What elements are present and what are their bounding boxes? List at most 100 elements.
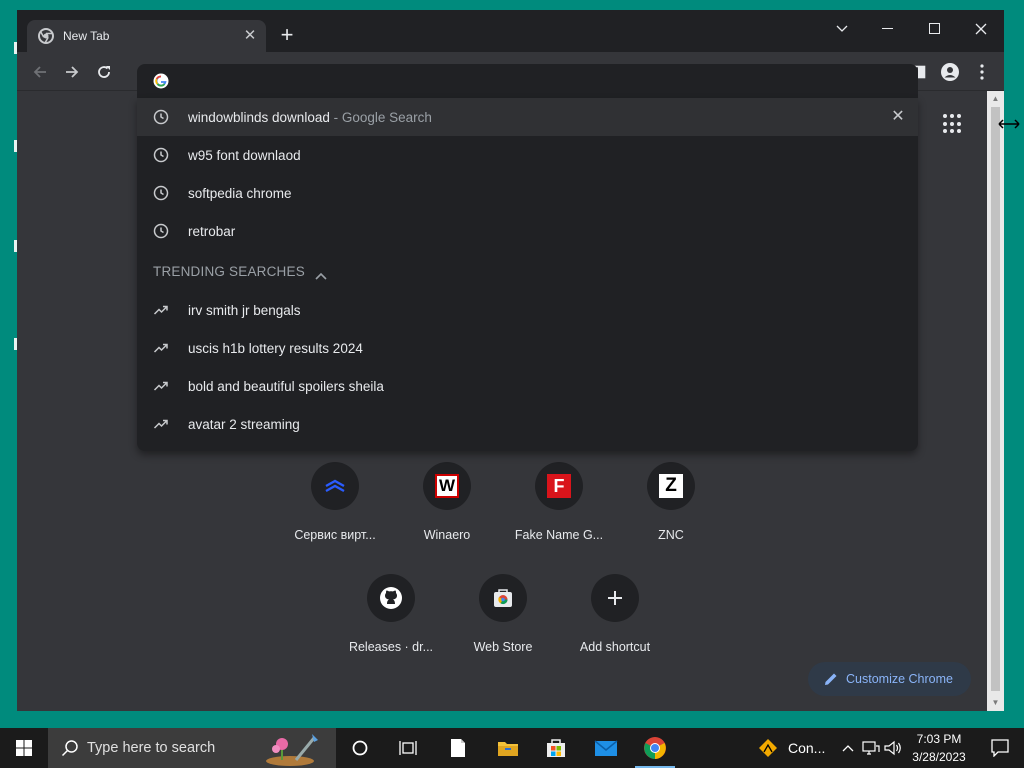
blue-chevrons-icon — [311, 462, 359, 510]
shortcut-web-store[interactable]: Web Store — [447, 574, 559, 654]
znc-z-icon: Z — [647, 462, 695, 510]
search-highlight-icon — [262, 730, 326, 766]
page-scrollbar[interactable]: ▲ ▼ — [987, 91, 1004, 711]
chevron-up-tray-icon[interactable] — [838, 728, 858, 768]
customize-chrome-button[interactable]: Customize Chrome — [808, 662, 971, 696]
shortcut-winaero[interactable]: W Winaero — [391, 462, 503, 542]
maximize-icon[interactable] — [912, 14, 958, 44]
shortcut-label: Releases · dr... — [348, 640, 434, 654]
kebab-menu-icon[interactable] — [970, 60, 994, 84]
trending-up-icon — [153, 416, 169, 432]
trending-header-label: TRENDING SEARCHES — [153, 264, 305, 279]
suggestion-text: softpedia chrome — [188, 185, 292, 201]
resize-cursor-icon — [998, 117, 1020, 129]
chrome-window: New Tab ✕ + Сервис вирт... W Winaero F F… — [17, 10, 1004, 711]
omnibox[interactable] — [137, 64, 918, 98]
add-shortcut-button[interactable]: Add shortcut — [559, 574, 671, 654]
scroll-up-icon[interactable]: ▲ — [991, 94, 1000, 104]
tab-title: New Tab — [63, 29, 110, 43]
clock-icon — [153, 109, 169, 125]
suggestion-trending[interactable]: avatar 2 streaming — [137, 405, 918, 443]
shortcut-label: Winaero — [423, 528, 471, 542]
clock-icon — [153, 147, 169, 163]
clock-icon — [153, 223, 169, 239]
shortcut-label: Fake Name G... — [514, 528, 604, 542]
suggestion-text: bold and beautiful spoilers sheila — [188, 378, 384, 394]
shortcut-label: ZNC — [658, 528, 684, 542]
taskbar: Type here to search Con... 7:03 PM 3/28/… — [0, 728, 1024, 768]
scroll-thumb[interactable] — [991, 107, 1000, 691]
pencil-icon — [824, 672, 838, 686]
suggestion-history[interactable]: w95 font downlaod — [137, 136, 918, 174]
construction-app-button[interactable]: Con... — [752, 728, 842, 768]
suggestion-text: uscis h1b lottery results 2024 — [188, 340, 363, 356]
file-explorer-icon[interactable] — [484, 728, 532, 768]
reload-icon[interactable] — [92, 60, 116, 84]
clock-icon — [153, 185, 169, 201]
shortcut-label: Сервис вирт... — [294, 528, 376, 542]
windows-logo-icon — [16, 740, 32, 756]
suggestion-trending[interactable]: bold and beautiful spoilers sheila — [137, 367, 918, 405]
notepad-icon[interactable] — [434, 728, 482, 768]
clock-date[interactable]: 3/28/2023 — [908, 750, 970, 764]
taskbar-search[interactable]: Type here to search — [48, 728, 336, 768]
customize-chrome-label: Customize Chrome — [846, 672, 953, 686]
shortcut-releases[interactable]: Releases · dr... — [335, 574, 447, 654]
profile-icon[interactable] — [938, 60, 962, 84]
cortana-icon[interactable] — [336, 728, 384, 768]
google-apps-grid-icon[interactable] — [943, 114, 963, 134]
plus-icon — [591, 574, 639, 622]
tab-new-tab[interactable]: New Tab ✕ — [27, 20, 266, 52]
google-g-icon — [153, 73, 169, 89]
volume-icon[interactable] — [882, 728, 904, 768]
forward-arrow-icon[interactable] — [60, 60, 84, 84]
tab-close-icon[interactable]: ✕ — [242, 28, 258, 44]
suggestion-suffix: - Google Search — [329, 109, 432, 125]
suggestion-history[interactable]: softpedia chrome — [137, 174, 918, 212]
suggestion-trending[interactable]: irv smith jr bengals — [137, 291, 918, 329]
web-store-icon — [479, 574, 527, 622]
winaero-w-icon: W — [423, 462, 471, 510]
scroll-down-icon[interactable]: ▼ — [991, 698, 1000, 708]
chevron-up-icon[interactable] — [315, 268, 327, 280]
trending-up-icon — [153, 340, 169, 356]
shortcut-label: Add shortcut — [579, 640, 651, 654]
trending-up-icon — [153, 378, 169, 394]
mail-icon[interactable] — [582, 728, 630, 768]
trending-up-icon — [153, 302, 169, 318]
suggestion-trending[interactable]: uscis h1b lottery results 2024 — [137, 329, 918, 367]
clock-time[interactable]: 7:03 PM — [908, 732, 970, 746]
suggestion-history[interactable]: retrobar — [137, 212, 918, 250]
minimize-icon[interactable] — [865, 14, 911, 44]
construction-warning-icon — [758, 738, 778, 758]
shortcut-znc[interactable]: Z ZNC — [615, 462, 727, 542]
shortcut-label: Web Store — [473, 640, 533, 654]
fake-name-f-icon: F — [535, 462, 583, 510]
suggestion-text: w95 font downlaod — [188, 147, 301, 163]
github-icon — [367, 574, 415, 622]
back-arrow-icon[interactable] — [28, 60, 52, 84]
chevron-down-icon[interactable] — [819, 14, 865, 44]
suggestion-history[interactable]: windowblinds download - Google Search ✕ — [137, 98, 918, 136]
suggestion-text: avatar 2 streaming — [188, 416, 300, 432]
close-icon[interactable] — [958, 14, 1004, 44]
tab-strip: New Tab ✕ + — [17, 10, 1004, 52]
tray-app-label: Con... — [788, 740, 826, 756]
suggestion-text: irv smith jr bengals — [188, 302, 301, 318]
microsoft-store-icon[interactable] — [532, 728, 580, 768]
shortcut-servis[interactable]: Сервис вирт... — [279, 462, 391, 542]
chrome-taskbar-icon[interactable] — [631, 728, 679, 768]
omnibox-suggestions: windowblinds download - Google Search ✕ … — [137, 98, 918, 451]
shortcut-fake-name[interactable]: F Fake Name G... — [503, 462, 615, 542]
task-view-icon[interactable] — [384, 728, 432, 768]
suggestion-text: retrobar — [188, 223, 236, 239]
new-tab-button[interactable]: + — [275, 24, 299, 48]
chrome-favicon-icon — [38, 28, 54, 44]
start-button[interactable] — [0, 728, 48, 768]
suggestion-text: windowblinds download — [188, 109, 330, 125]
trending-searches-header[interactable]: TRENDING SEARCHES — [153, 264, 327, 280]
network-icon[interactable] — [860, 728, 882, 768]
notification-center-icon[interactable] — [976, 728, 1024, 768]
taskbar-search-placeholder: Type here to search — [87, 740, 216, 756]
remove-suggestion-icon[interactable]: ✕ — [890, 109, 906, 125]
